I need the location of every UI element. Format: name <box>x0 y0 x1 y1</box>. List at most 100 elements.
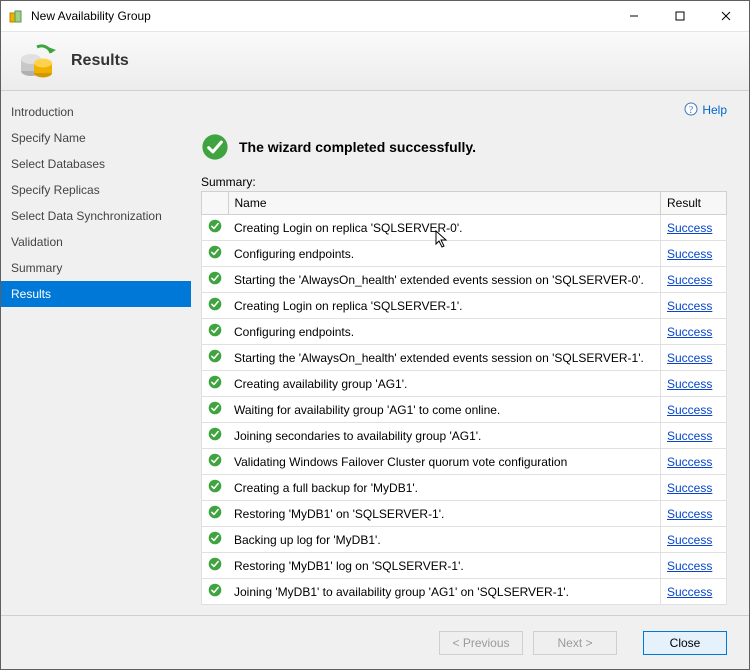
table-row[interactable]: Configuring endpoints. Success <box>202 241 727 267</box>
row-name: Creating availability group 'AG1'. <box>228 371 661 397</box>
table-row[interactable]: Creating Login on replica 'SQLSERVER-1'.… <box>202 293 727 319</box>
row-result: Success <box>661 267 727 293</box>
row-status-icon <box>202 553 229 579</box>
table-row[interactable]: Starting the 'AlwaysOn_health' extended … <box>202 267 727 293</box>
row-name: Restoring 'MyDB1' on 'SQLSERVER-1'. <box>228 501 661 527</box>
result-link[interactable]: Success <box>667 299 712 313</box>
table-row[interactable]: Validating Windows Failover Cluster quor… <box>202 449 727 475</box>
result-link[interactable]: Success <box>667 455 712 469</box>
result-link[interactable]: Success <box>667 351 712 365</box>
window-title: New Availability Group <box>31 9 611 23</box>
row-name: Waiting for availability group 'AG1' to … <box>228 397 661 423</box>
result-link[interactable]: Success <box>667 325 712 339</box>
row-status-icon <box>202 345 229 371</box>
row-result: Success <box>661 241 727 267</box>
row-status-icon <box>202 449 229 475</box>
sidebar-item-specify-name[interactable]: Specify Name <box>1 125 191 151</box>
table-row[interactable]: Restoring 'MyDB1' on 'SQLSERVER-1'. Succe… <box>202 501 727 527</box>
result-link[interactable]: Success <box>667 273 712 287</box>
col-icon <box>202 192 229 215</box>
help-link[interactable]: Help <box>702 103 727 117</box>
row-result: Success <box>661 501 727 527</box>
row-name: Starting the 'AlwaysOn_health' extended … <box>228 345 661 371</box>
help-icon[interactable]: ? <box>684 102 698 119</box>
result-link[interactable]: Success <box>667 403 712 417</box>
row-result: Success <box>661 423 727 449</box>
result-link[interactable]: Success <box>667 559 712 573</box>
app-icon <box>9 8 25 24</box>
sidebar-item-introduction[interactable]: Introduction <box>1 99 191 125</box>
row-result: Success <box>661 397 727 423</box>
row-name: Restoring 'MyDB1' log on 'SQLSERVER-1'. <box>228 553 661 579</box>
col-name: Name <box>228 192 661 215</box>
content-pane: ? Help The wizard completed successfully… <box>191 91 749 615</box>
status-message: The wizard completed successfully. <box>239 139 476 155</box>
table-row[interactable]: Joining secondaries to availability grou… <box>202 423 727 449</box>
sidebar-item-specify-replicas[interactable]: Specify Replicas <box>1 177 191 203</box>
result-link[interactable]: Success <box>667 429 712 443</box>
svg-text:?: ? <box>689 105 694 116</box>
results-table: Name Result Creating Login on replica 'S… <box>201 191 727 605</box>
wizard-steps-sidebar: IntroductionSpecify NameSelect Databases… <box>1 91 191 615</box>
sidebar-item-results[interactable]: Results <box>1 281 191 307</box>
table-row[interactable]: Restoring 'MyDB1' log on 'SQLSERVER-1'. S… <box>202 553 727 579</box>
table-row[interactable]: Creating Login on replica 'SQLSERVER-0'.… <box>202 215 727 241</box>
row-name: Validating Windows Failover Cluster quor… <box>228 449 661 475</box>
row-name: Configuring endpoints. <box>228 241 661 267</box>
row-status-icon <box>202 397 229 423</box>
row-result: Success <box>661 527 727 553</box>
row-result: Success <box>661 319 727 345</box>
col-result: Result <box>661 192 727 215</box>
result-link[interactable]: Success <box>667 507 712 521</box>
row-status-icon <box>202 527 229 553</box>
row-result: Success <box>661 449 727 475</box>
row-name: Starting the 'AlwaysOn_health' extended … <box>228 267 661 293</box>
row-result: Success <box>661 293 727 319</box>
table-row[interactable]: Waiting for availability group 'AG1' to … <box>202 397 727 423</box>
row-result: Success <box>661 475 727 501</box>
table-row[interactable]: Creating a full backup for 'MyDB1'. Succe… <box>202 475 727 501</box>
result-link[interactable]: Success <box>667 585 712 599</box>
sidebar-item-select-databases[interactable]: Select Databases <box>1 151 191 177</box>
result-link[interactable]: Success <box>667 481 712 495</box>
row-status-icon <box>202 475 229 501</box>
next-button: Next > <box>533 631 617 655</box>
row-status-icon <box>202 215 229 241</box>
row-status-icon <box>202 267 229 293</box>
row-name: Creating Login on replica 'SQLSERVER-0'. <box>228 215 661 241</box>
sidebar-item-summary[interactable]: Summary <box>1 255 191 281</box>
row-status-icon <box>202 579 229 605</box>
sidebar-item-select-data-synchronization[interactable]: Select Data Synchronization <box>1 203 191 229</box>
table-row[interactable]: Creating availability group 'AG1'. Succes… <box>202 371 727 397</box>
previous-button: < Previous <box>439 631 523 655</box>
maximize-button[interactable] <box>657 1 703 31</box>
table-row[interactable]: Joining 'MyDB1' to availability group 'A… <box>202 579 727 605</box>
titlebar: New Availability Group <box>1 1 749 31</box>
close-wizard-button[interactable]: Close <box>643 631 727 655</box>
row-result: Success <box>661 371 727 397</box>
row-result: Success <box>661 215 727 241</box>
sidebar-item-validation[interactable]: Validation <box>1 229 191 255</box>
row-name: Configuring endpoints. <box>228 319 661 345</box>
result-link[interactable]: Success <box>667 247 712 261</box>
minimize-button[interactable] <box>611 1 657 31</box>
result-link[interactable]: Success <box>667 221 712 235</box>
row-name: Creating a full backup for 'MyDB1'. <box>228 475 661 501</box>
row-status-icon <box>202 423 229 449</box>
result-link[interactable]: Success <box>667 533 712 547</box>
row-status-icon <box>202 501 229 527</box>
summary-label: Summary: <box>201 175 727 189</box>
table-row[interactable]: Starting the 'AlwaysOn_health' extended … <box>202 345 727 371</box>
table-row[interactable]: Configuring endpoints. Success <box>202 319 727 345</box>
result-link[interactable]: Success <box>667 377 712 391</box>
table-row[interactable]: Backing up log for 'MyDB1'.Success <box>202 527 727 553</box>
row-status-icon <box>202 293 229 319</box>
row-result: Success <box>661 345 727 371</box>
row-result: Success <box>661 553 727 579</box>
row-name: Joining secondaries to availability grou… <box>228 423 661 449</box>
row-status-icon <box>202 241 229 267</box>
row-status-icon <box>202 371 229 397</box>
close-button[interactable] <box>703 1 749 31</box>
row-name: Creating Login on replica 'SQLSERVER-1'. <box>228 293 661 319</box>
page-header: Results <box>1 31 749 91</box>
